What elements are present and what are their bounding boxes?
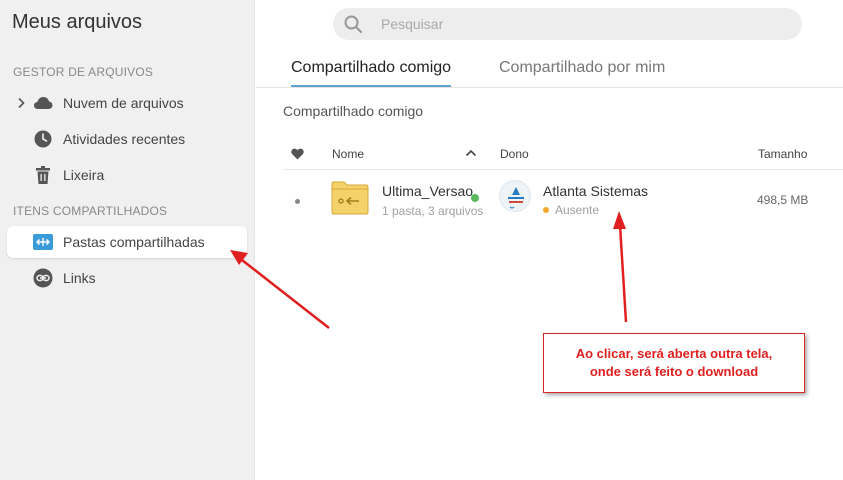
breadcrumb: Compartilhado comigo (283, 103, 424, 119)
cloud-icon (33, 93, 53, 113)
file-size: 498,5 MB (757, 193, 809, 207)
sidebar-item-label: Nuvem de arquivos (63, 95, 184, 111)
annotation-text: Ao clicar, será aberta outra tela, onde … (575, 346, 773, 379)
sidebar-item-label: Lixeira (63, 167, 105, 183)
table-row[interactable]: Ultima_Versao 1 pasta, 3 arquivos Atlant… (283, 172, 843, 226)
sidebar: Meus arquivos GESTOR DE ARQUIVOS Nuvem d… (0, 0, 255, 480)
divider (283, 169, 843, 170)
sidebar-item-links[interactable]: Links (7, 262, 247, 294)
section-label-files: GESTOR DE ARQUIVOS (13, 65, 154, 79)
link-icon (33, 268, 53, 288)
search-icon (344, 15, 363, 34)
main-content: Compartilhado comigo Compartilhado por m… (256, 0, 843, 480)
sidebar-item-label: Atividades recentes (63, 131, 186, 147)
sidebar-item-label: Links (63, 270, 96, 286)
tab-shared-by-me[interactable]: Compartilhado por mim (499, 59, 665, 77)
search-input[interactable] (381, 8, 781, 40)
app-title: Meus arquivos (12, 11, 143, 33)
shared-folders-icon (33, 232, 53, 252)
clock-icon (33, 129, 53, 149)
column-header-owner[interactable]: Dono (500, 147, 529, 161)
sort-asc-icon[interactable] (465, 149, 477, 157)
trash-icon (33, 165, 53, 185)
search-bar[interactable] (333, 8, 802, 40)
sidebar-item-label: Pastas compartilhadas (63, 234, 205, 250)
chevron-right-icon[interactable] (16, 97, 26, 109)
shared-folder-icon (331, 181, 369, 215)
sidebar-item-cloud[interactable]: Nuvem de arquivos (7, 87, 247, 119)
column-header-size[interactable]: Tamanho (758, 147, 807, 161)
online-indicator (471, 194, 479, 202)
tab-shared-with-me[interactable]: Compartilhado comigo (291, 59, 451, 77)
away-status-dot (543, 207, 549, 213)
sidebar-item-recent[interactable]: Atividades recentes (7, 123, 247, 155)
column-header-name[interactable]: Nome (332, 147, 364, 161)
sidebar-item-trash[interactable]: Lixeira (7, 159, 247, 191)
owner-status: Ausente (555, 203, 600, 217)
annotation-callout: Ao clicar, será aberta outra tela, onde … (543, 333, 805, 393)
divider (256, 87, 843, 88)
sidebar-item-shared-folders[interactable]: Pastas compartilhadas (7, 226, 247, 258)
file-meta: 1 pasta, 3 arquivos (382, 204, 484, 218)
row-bullet (295, 199, 300, 204)
file-name[interactable]: Ultima_Versao (382, 183, 473, 199)
avatar (499, 180, 531, 212)
favorite-heart-icon[interactable] (291, 148, 304, 160)
owner-name: Atlanta Sistemas (543, 183, 649, 199)
section-label-shared: ITENS COMPARTILHADOS (13, 204, 168, 218)
